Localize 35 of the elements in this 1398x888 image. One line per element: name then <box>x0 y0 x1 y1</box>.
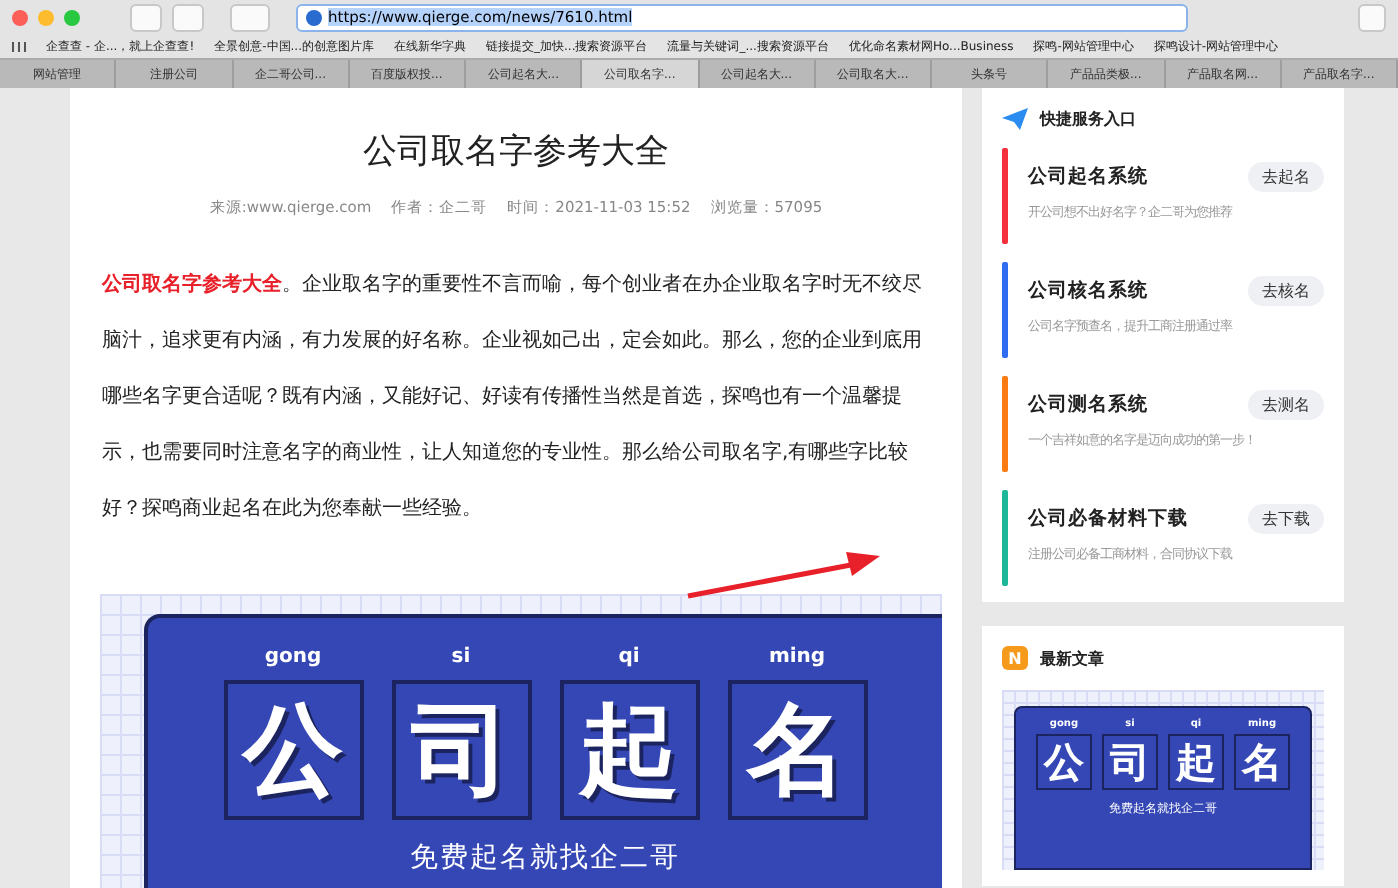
service-button[interactable]: 去下载 <box>1248 504 1324 534</box>
service-name: 公司必备材料下载 <box>1028 506 1188 532</box>
pinyin-label: qi <box>618 646 640 668</box>
service-button[interactable]: 去测名 <box>1248 390 1324 420</box>
forward-button[interactable] <box>172 3 204 31</box>
paper-plane-icon <box>1002 108 1028 130</box>
card-title: 快捷服务入口 <box>1040 108 1136 130</box>
banner-character: 起 <box>559 680 699 820</box>
service-button[interactable]: 去核名 <box>1248 276 1324 306</box>
close-button[interactable] <box>12 9 28 25</box>
globe-icon <box>306 9 322 25</box>
banner-character: 名 <box>727 680 867 820</box>
sidebar-button[interactable] <box>230 3 270 31</box>
back-button[interactable] <box>130 3 162 31</box>
card-title: 最新文章 <box>1040 647 1104 669</box>
banner-character: 司 <box>391 680 531 820</box>
service-button[interactable]: 去起名 <box>1248 162 1324 192</box>
share-button[interactable] <box>1358 3 1386 31</box>
pinyin-label: ming <box>768 646 826 668</box>
service-name: 公司测名系统 <box>1028 392 1148 418</box>
banner-character: 起 <box>1168 734 1224 790</box>
article-title: 公司取名字参考大全 <box>361 130 671 174</box>
banner-character: 名 <box>1234 734 1290 790</box>
service-name: 公司起名系统 <box>1028 164 1148 190</box>
article-paragraph: 公司取名字参考大全。企业取名字的重要性不言而喻，每个创业者在办企业取名字时无不绞尽脑汁，追求更有内涵，有力发展的好名称。企业视如己出，定会如此。那么，您的企业到底用哪些名字更合适呢？既有内涵，又能好记、好读有传播性当然是首选，探鸣也有一个温馨提示，也需要同时注意名字的商业性，让人知道您的专业性。那么给公司取名字,有哪些字比较好？探鸣商业起名在此为您奉献一些经验。 <box>102 270 924 524</box>
pinyin-label: si <box>451 646 471 668</box>
banner-subtitle: 免费起名就找企二哥 <box>410 840 680 876</box>
zoom-button[interactable] <box>64 9 80 25</box>
pinyin-label: gong <box>264 646 322 668</box>
banner-character: 司 <box>1102 734 1158 790</box>
minimize-button[interactable] <box>38 9 54 25</box>
banner-character: 公 <box>223 680 363 820</box>
banner-character: 公 <box>1036 734 1092 790</box>
n-badge: N <box>1002 646 1028 670</box>
service-name: 公司核名系统 <box>1028 278 1148 304</box>
